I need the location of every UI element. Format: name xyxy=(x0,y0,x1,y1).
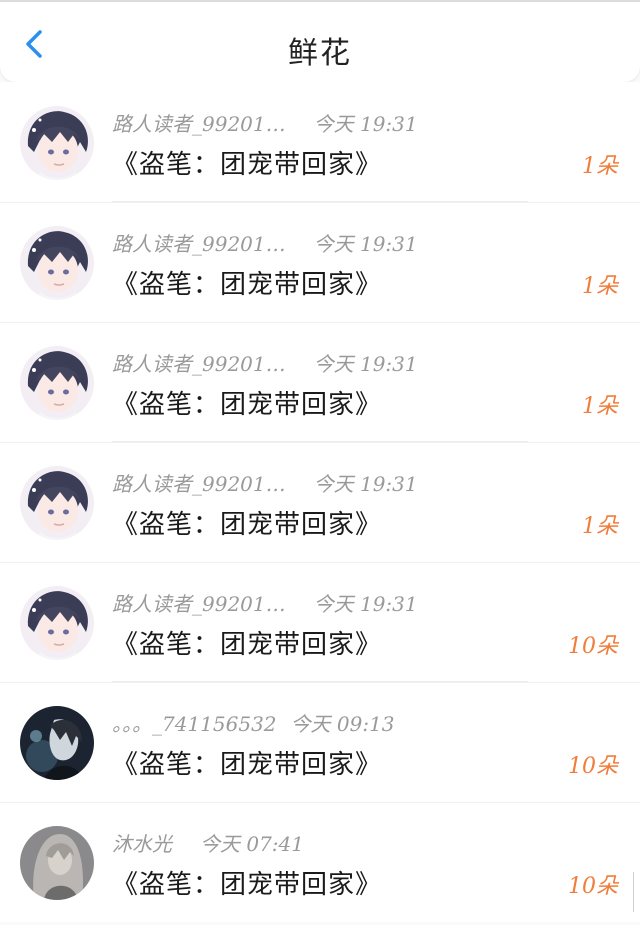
list-item[interactable]: 路人读者_99201… 今天 19:31 《盗笔：团宠带回家》 1朵 xyxy=(0,442,640,562)
avatar[interactable] xyxy=(20,466,94,540)
page-title: 鲜花 xyxy=(288,36,352,71)
item-meta: 路人读者_99201… 今天 19:31 xyxy=(112,348,418,377)
username[interactable]: 路人读者_99201… xyxy=(112,472,286,496)
book-title[interactable]: 《盗笔：团宠带回家》 xyxy=(112,864,382,901)
avatar[interactable] xyxy=(20,226,94,300)
top-bar: 鲜花 xyxy=(0,0,640,82)
timestamp: 今天 09:13 xyxy=(290,712,395,736)
scrollbar[interactable] xyxy=(633,872,640,912)
book-title[interactable]: 《盗笔：团宠带回家》 xyxy=(112,744,382,781)
username[interactable]: 。。。_741156532 xyxy=(112,712,277,736)
flower-count: 1朵 xyxy=(582,514,618,539)
username[interactable]: 路人读者_99201… xyxy=(112,352,286,376)
book-title[interactable]: 《盗笔：团宠带回家》 xyxy=(112,504,382,541)
timestamp: 今天 07:41 xyxy=(200,832,304,856)
list-item[interactable]: 路人读者_99201… 今天 19:31 《盗笔：团宠带回家》 1朵 xyxy=(0,202,640,322)
flower-count: 10朵 xyxy=(568,874,618,899)
book-title[interactable]: 《盗笔：团宠带回家》 xyxy=(112,264,382,301)
flower-record-list: 路人读者_99201… 今天 19:31 《盗笔：团宠带回家》 1朵 路人读者_… xyxy=(0,82,640,922)
username[interactable]: 路人读者_99201… xyxy=(112,112,286,136)
book-title[interactable]: 《盗笔：团宠带回家》 xyxy=(112,144,382,181)
item-meta: 路人读者_99201… 今天 19:31 xyxy=(112,108,418,137)
flower-count: 10朵 xyxy=(568,634,618,659)
timestamp: 今天 19:31 xyxy=(313,472,418,496)
avatar[interactable] xyxy=(20,826,94,900)
flower-count: 1朵 xyxy=(582,394,618,419)
book-title[interactable]: 《盗笔：团宠带回家》 xyxy=(112,384,382,421)
list-item[interactable]: 路人读者_99201… 今天 19:31 《盗笔：团宠带回家》 10朵 xyxy=(0,562,640,682)
list-item[interactable]: 沐水光 今天 07:41 《盗笔：团宠带回家》 10朵 xyxy=(0,802,640,922)
flowers-page: 鲜花 路人读者_99201… 今天 19:31 《盗笔：团宠带回家》 1朵 路人… xyxy=(0,0,640,925)
item-meta: 路人读者_99201… 今天 19:31 xyxy=(112,468,418,497)
flower-count: 1朵 xyxy=(582,154,618,179)
timestamp: 今天 19:31 xyxy=(313,112,418,136)
timestamp: 今天 19:31 xyxy=(313,232,418,256)
username[interactable]: 沐水光 xyxy=(112,832,172,856)
avatar[interactable] xyxy=(20,706,94,780)
timestamp: 今天 19:31 xyxy=(313,352,418,376)
timestamp: 今天 19:31 xyxy=(313,592,418,616)
flower-count: 1朵 xyxy=(582,274,618,299)
book-title[interactable]: 《盗笔：团宠带回家》 xyxy=(112,624,382,661)
avatar[interactable] xyxy=(20,586,94,660)
item-meta: 沐水光 今天 07:41 xyxy=(112,828,304,857)
item-meta: 路人读者_99201… 今天 19:31 xyxy=(112,588,418,617)
item-meta: 路人读者_99201… 今天 19:31 xyxy=(112,228,418,257)
list-item[interactable]: 。。。_741156532 今天 09:13 《盗笔：团宠带回家》 10朵 xyxy=(0,682,640,802)
username[interactable]: 路人读者_99201… xyxy=(112,592,286,616)
avatar[interactable] xyxy=(20,106,94,180)
item-meta: 。。。_741156532 今天 09:13 xyxy=(112,708,395,737)
flower-count: 10朵 xyxy=(568,754,618,779)
username[interactable]: 路人读者_99201… xyxy=(112,232,286,256)
list-item[interactable]: 路人读者_99201… 今天 19:31 《盗笔：团宠带回家》 1朵 xyxy=(0,82,640,202)
list-item[interactable]: 路人读者_99201… 今天 19:31 《盗笔：团宠带回家》 1朵 xyxy=(0,322,640,442)
avatar[interactable] xyxy=(20,346,94,420)
